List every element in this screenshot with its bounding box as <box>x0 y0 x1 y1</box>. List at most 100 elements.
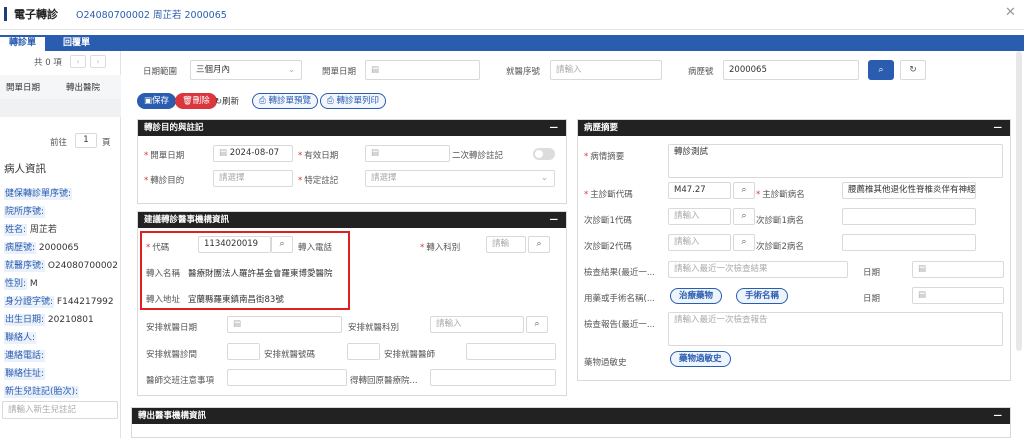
allergy-label: 藥物過敏史 <box>584 358 627 368</box>
allergy-button[interactable]: 藥物過敏史 <box>670 351 731 367</box>
appt-no-input[interactable] <box>347 343 380 360</box>
sub2-code-label: 次診斷2代碼 <box>584 242 632 252</box>
exam-label: 檢查結果(最近一... <box>584 268 655 278</box>
info-name: 姓名: 周芷若 <box>4 224 57 236</box>
appt-room-input[interactable] <box>227 343 260 360</box>
info-address: 聯絡住址: <box>4 368 46 380</box>
print-button[interactable]: ⎙ 轉診單列印 <box>320 93 387 109</box>
valid-date-label: * 有效日期 <box>298 151 339 161</box>
drug-date-input[interactable]: ▤ <box>912 287 1004 304</box>
chart-no-filter-input[interactable]: 2000065 <box>723 60 859 80</box>
open-date-filter-input[interactable]: ▤ <box>365 60 480 80</box>
trash-icon: 🗑 <box>182 96 193 106</box>
appt-dept-label: 安排就醫科別 <box>348 323 400 333</box>
return-label: 得轉回原醫療院... <box>350 376 418 386</box>
search-icon: ⌕ <box>534 319 540 329</box>
second-referral-label: 二次轉診註記 <box>452 151 504 161</box>
date-range-select[interactable]: 三個月內 ⌄ <box>190 60 302 80</box>
tab-referral[interactable]: 轉診單 <box>0 35 46 51</box>
sub2-code-input[interactable]: 請輸入 <box>668 234 731 251</box>
chart-no-filter-label: 病歷號 <box>688 67 714 77</box>
save-button[interactable]: ▣保存 <box>137 93 177 109</box>
close-icon[interactable]: ✕ <box>1005 5 1016 20</box>
collapse-icon[interactable]: — <box>994 408 1003 424</box>
target-section-header: 建議轉診醫事機構資訊 — <box>138 212 566 228</box>
sub1-code-label: 次診斷1代碼 <box>584 216 632 226</box>
target-name-label: 轉入名稱 <box>146 269 181 279</box>
valid-date-input[interactable]: ▤ <box>365 145 450 162</box>
appt-room-label: 安排就醫診間 <box>146 350 198 360</box>
treatment-drug-button[interactable]: 治療藥物 <box>670 288 723 304</box>
target-addr-value: 宜蘭縣羅東鎮南昌街83號 <box>188 295 284 305</box>
dept-search-button[interactable]: ⌕ <box>528 236 550 253</box>
page-input[interactable]: 1 <box>75 133 97 148</box>
newborn-input[interactable]: 請輸入新生兒註記 <box>2 401 118 419</box>
main-code-input[interactable]: M47.27 <box>668 182 731 199</box>
page-title: 電子轉診 <box>14 8 58 21</box>
collapse-icon[interactable]: — <box>550 120 559 136</box>
info-visit-no: 就醫序號: O24080700002 <box>4 260 118 272</box>
sub1-code-search-button[interactable]: ⌕ <box>733 208 755 225</box>
info-phone: 連絡電話: <box>4 350 46 362</box>
main-code-search-button[interactable]: ⌕ <box>733 182 755 199</box>
open-date-filter-label: 開單日期 <box>322 67 357 77</box>
visit-no-filter-input[interactable]: 請輸入 <box>550 60 662 80</box>
return-input[interactable] <box>430 369 556 386</box>
calendar-icon: ▤ <box>918 290 927 300</box>
list-header: 開單日期 轉出醫院 <box>0 75 121 99</box>
info-gender: 性別: M <box>4 278 38 290</box>
preview-button[interactable]: ⎙ 轉診單預覽 <box>252 93 319 109</box>
surgery-name-button[interactable]: 手術名稱 <box>736 288 789 304</box>
outbound-section-header: 轉出醫事機構資訊 — <box>132 408 1010 424</box>
delete-button[interactable]: 🗑刪除 <box>175 93 217 109</box>
purpose-section: 轉診目的與註記 — * 開單日期 ▤ 2024-08-07 * 有效日期 ▤ 二次轉診… <box>137 119 567 204</box>
dept-label: * 轉入科別 <box>420 243 461 253</box>
prev-page-button[interactable]: ‹ <box>70 55 86 68</box>
reset-button[interactable]: ↻ <box>900 60 926 80</box>
calendar-icon: ▤ <box>371 148 380 158</box>
exam-date-input[interactable]: ▤ <box>912 261 1004 278</box>
sub1-code-input[interactable]: 請輸入 <box>668 208 731 225</box>
summary-textarea[interactable]: 轉診測試 <box>668 144 1003 178</box>
info-contact: 聯絡人: <box>4 332 37 344</box>
search-icon: ⌕ <box>279 239 285 249</box>
purpose-select[interactable]: 請選擇 <box>213 170 293 187</box>
exam-input[interactable]: 請輸入最近一次檢查結果 <box>668 261 848 278</box>
main-code-label: * 主診斷代碼 <box>584 190 633 200</box>
target-addr-label: 轉入地址 <box>146 295 181 305</box>
search-button[interactable]: ⌕ <box>868 60 894 80</box>
sub1-name-input[interactable] <box>842 208 976 225</box>
list-empty-row <box>0 99 121 117</box>
column-open-date: 開單日期 <box>6 83 41 93</box>
next-page-button[interactable]: › <box>90 55 106 68</box>
history-section-header: 病歷摘要 — <box>578 120 1010 136</box>
appt-date-input[interactable]: ▤ <box>227 316 342 333</box>
main-name-input[interactable]: 腰薦椎其他退化性脊椎炎伴有神經 <box>842 182 976 199</box>
vertical-scrollbar[interactable] <box>1016 51 1022 351</box>
visit-no-filter-label: 就醫序號 <box>506 67 541 77</box>
collapse-icon[interactable]: — <box>994 120 1003 136</box>
sub2-name-input[interactable] <box>842 234 976 251</box>
second-referral-toggle[interactable] <box>533 148 555 160</box>
appt-doctor-input[interactable] <box>466 343 556 360</box>
record-count: 共 0 項 <box>34 58 62 68</box>
collapse-icon[interactable]: — <box>550 212 559 228</box>
code-search-button[interactable]: ⌕ <box>271 236 293 253</box>
info-nhi-no: 健保轉診單序號: <box>4 188 73 200</box>
sub2-code-search-button[interactable]: ⌕ <box>733 234 755 251</box>
purpose-section-header: 轉診目的與註記 — <box>138 120 566 136</box>
special-select[interactable]: 請選擇 ⌄ <box>365 170 555 187</box>
title-accent <box>4 7 7 21</box>
refresh-button[interactable]: ↻刷新 <box>215 95 239 107</box>
phone-label: 轉入電話 <box>298 243 333 253</box>
tab-reply[interactable]: 回覆單 <box>54 35 99 51</box>
appt-dept-input[interactable]: 請輸入 <box>430 316 524 333</box>
title-bar: 電子轉診 O24080700002 周芷若 2000065 ✕ <box>0 0 1024 30</box>
code-input[interactable]: 1134020019 <box>198 236 271 253</box>
dept-input[interactable]: 請輸 <box>486 236 526 253</box>
doctor-note-input[interactable] <box>227 369 347 386</box>
target-section: 建議轉診醫事機構資訊 — * 代碼 1134020019 ⌕ 轉入電話 * 轉入科別 … <box>137 211 567 396</box>
report-textarea[interactable]: 請輸入最近一次檢查報告 <box>668 312 1003 346</box>
appt-dept-search-button[interactable]: ⌕ <box>526 316 548 333</box>
open-date-input[interactable]: ▤ 2024-08-07 <box>213 145 293 162</box>
